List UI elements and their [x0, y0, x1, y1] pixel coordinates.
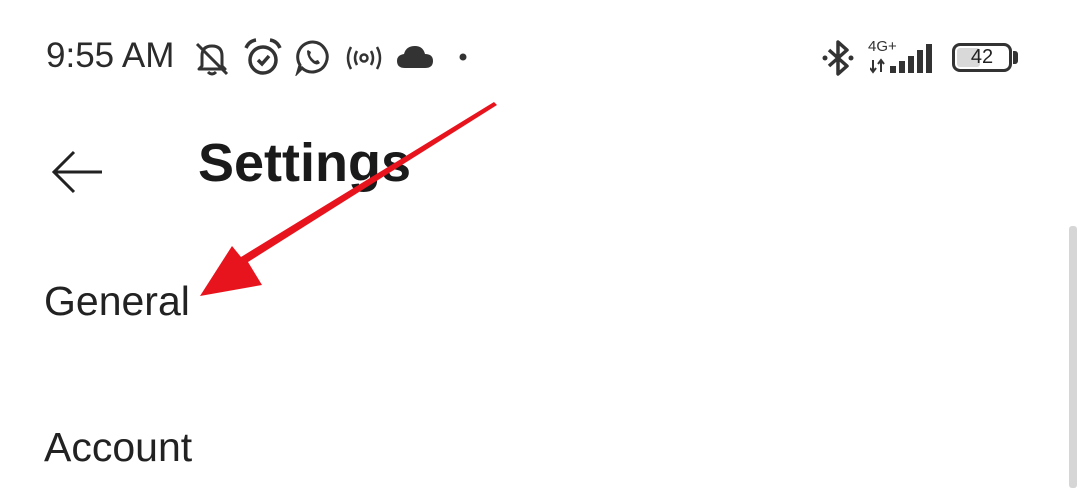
- arrow-left-icon: [51, 150, 102, 194]
- battery-level: 42: [970, 46, 994, 68]
- battery-tip: [1013, 51, 1018, 64]
- page-title: Settings: [198, 133, 412, 193]
- settings-item-account[interactable]: Account: [0, 380, 1060, 500]
- mute-icon: [195, 42, 229, 76]
- hotspot-icon: [346, 46, 382, 70]
- settings-item-label: General: [44, 278, 190, 324]
- back-button[interactable]: [44, 134, 114, 204]
- whatsapp-icon: [295, 40, 329, 76]
- status-bar: 9:55 AM 4G+ 42: [0, 0, 1079, 118]
- bluetooth-icon: [822, 40, 854, 76]
- signal-icon: [870, 44, 932, 74]
- status-time: 9:55 AM: [46, 36, 175, 75]
- alarm-icon: [244, 38, 282, 75]
- settings-item-general[interactable]: General: [0, 230, 1060, 350]
- battery-icon: 42: [952, 43, 1012, 72]
- dot-icon: [459, 53, 467, 61]
- cloud-icon: [397, 46, 433, 68]
- scrollbar[interactable]: [1069, 226, 1077, 488]
- settings-item-label: Account: [44, 424, 193, 470]
- app-bar: Settings: [0, 118, 1079, 218]
